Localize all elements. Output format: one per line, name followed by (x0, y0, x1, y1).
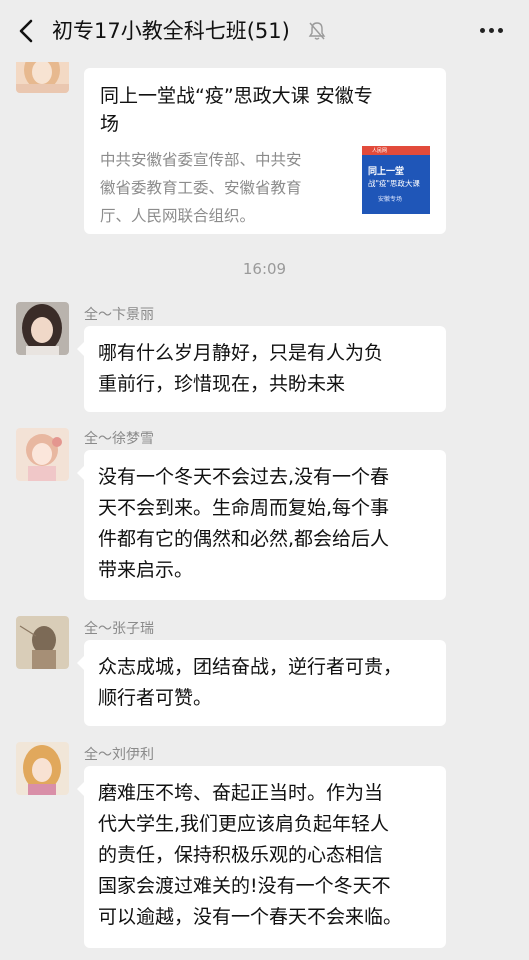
avatar[interactable] (16, 428, 69, 481)
message-timestamp: 16:09 (242, 260, 287, 278)
sender-name: 全～徐梦雪 (84, 431, 154, 447)
avatar[interactable] (16, 302, 69, 355)
mute-bell-icon (308, 22, 326, 40)
sender-name: 全～张子瑞 (84, 621, 154, 637)
more-options-icon[interactable] (478, 20, 506, 40)
back-arrow-icon[interactable] (14, 17, 40, 45)
message-bubble[interactable]: 哪有什么岁月静好，只是有人为负 重前行，珍惜现在，共盼未来 (77, 326, 446, 412)
message-bubble[interactable]: 众志成城，团结奋战，逆行者可贵， 顺行者可赞。 (77, 640, 446, 726)
link-card[interactable]: 同上一堂战“疫”思政大课 安徽专 场 中共安徽省委宣传部、中共安 徽省委教育工委… (84, 68, 446, 234)
avatar[interactable] (16, 616, 69, 669)
chat-title: 初专17小教全科七班(51) (52, 19, 290, 43)
chat-header: 初专17小教全科七班(51) (0, 0, 529, 62)
message-bubble[interactable]: 没有一个冬天不会过去,没有一个春 天不会到来。生命周而复始,每个事 件都有它的偶… (77, 450, 446, 600)
link-card-thumbnail: 人民网 同上一堂 战"疫"思政大课 安徽专场 (362, 146, 430, 214)
avatar[interactable] (16, 742, 69, 795)
link-card-description: 中共安徽省委宣传部、中共安 徽省委教育工委、安徽省教育 厅、人民网联合组织。 (100, 151, 302, 225)
link-card-title: 同上一堂战“疫”思政大课 安徽专 场 (100, 85, 373, 135)
message-bubble[interactable]: 磨难压不垮、奋起正当时。作为当 代大学生,我们更应该肩负起年轻人 的责任，保持积… (77, 766, 446, 948)
sender-name: 全～卞景丽 (84, 307, 154, 323)
sender-name: 全～刘伊利 (84, 747, 154, 763)
